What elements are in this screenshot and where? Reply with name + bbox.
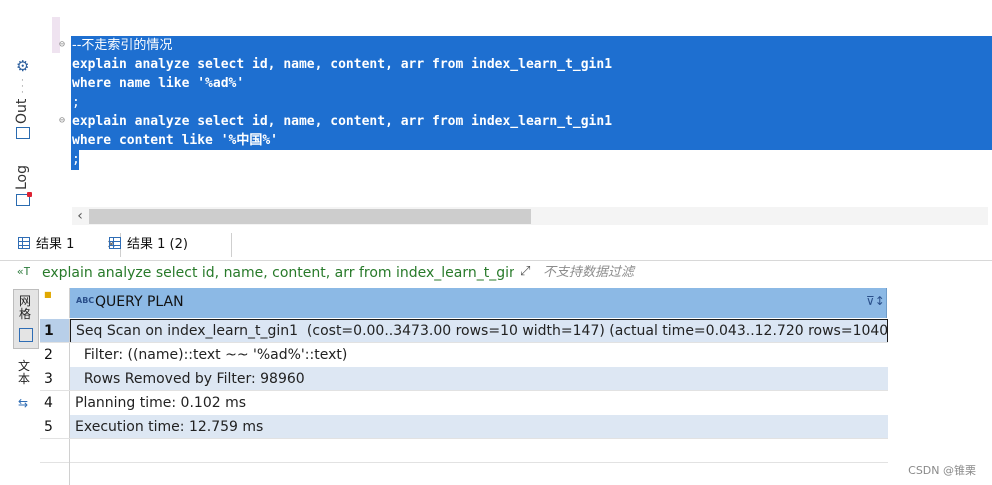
row-number[interactable]: 2 bbox=[40, 343, 70, 367]
code-line-comment[interactable]: --不走索引的情况 bbox=[72, 36, 172, 55]
row-number[interactable]: 1 bbox=[40, 319, 70, 343]
table-cell[interactable]: Rows Removed by Filter: 98960 bbox=[70, 367, 888, 391]
grid-corner[interactable]: ■ bbox=[40, 288, 70, 318]
code-line[interactable]: where name like '%ad%' bbox=[72, 74, 244, 93]
code-line[interactable]: explain analyze select id, name, content… bbox=[72, 112, 612, 131]
table-cell[interactable]: Planning time: 0.102 ms bbox=[70, 391, 888, 415]
tab-label: 结果 1 bbox=[36, 237, 75, 252]
grid-icon bbox=[19, 328, 33, 342]
column-divider bbox=[69, 439, 70, 485]
row-number[interactable]: 5 bbox=[40, 415, 70, 439]
table-cell[interactable]: Filter: ((name)::text ~~ '%ad%'::text) bbox=[70, 343, 888, 367]
log-export-icon[interactable] bbox=[16, 192, 32, 206]
row-divider bbox=[40, 342, 888, 343]
column-header-label: QUERY PLAN bbox=[95, 294, 184, 310]
fold-toggle-icon[interactable]: ⊖ bbox=[59, 116, 69, 126]
row-divider bbox=[40, 438, 888, 439]
row-number[interactable]: 4 bbox=[40, 391, 70, 415]
watermark: CSDN @锥栗 bbox=[908, 464, 976, 477]
filter-input[interactable]: 不支持数据过滤 bbox=[543, 263, 634, 283]
sql-query-icon: «T bbox=[17, 265, 31, 278]
log-error-badge bbox=[27, 192, 32, 197]
column-header-query-plan[interactable] bbox=[70, 288, 887, 318]
lock-icon: ■ bbox=[44, 290, 52, 299]
side-tab-text-label[interactable]: 文本 bbox=[18, 360, 32, 386]
code-line[interactable]: ; bbox=[72, 150, 80, 169]
log-panel-tab[interactable]: Log bbox=[14, 162, 38, 192]
grid-icon bbox=[18, 237, 30, 249]
text-view-icon[interactable]: ⇆ bbox=[18, 396, 28, 410]
row-divider bbox=[40, 390, 888, 391]
more-dots-icon: · · · bbox=[21, 76, 24, 98]
code-line[interactable]: ; bbox=[72, 93, 80, 112]
expand-icon[interactable]: ⤢ bbox=[520, 264, 536, 280]
filter-sort-icon[interactable]: ⊽↕ bbox=[866, 294, 885, 308]
code-line[interactable]: explain analyze select id, name, content… bbox=[72, 55, 612, 74]
scrollbar-thumb[interactable] bbox=[89, 209, 531, 224]
tab-result-1-2[interactable]: 结果 1 (2) bbox=[106, 233, 232, 257]
text-type-icon: ABC bbox=[76, 296, 95, 305]
tab-label: 结果 1 (2) bbox=[127, 237, 188, 252]
table-cell[interactable]: Execution time: 12.759 ms bbox=[70, 415, 888, 439]
grid-icon bbox=[109, 237, 121, 249]
scroll-left-icon[interactable]: ‹ bbox=[72, 208, 88, 224]
settings-gear-icon[interactable]: ⚙ bbox=[16, 58, 32, 74]
table-cell[interactable]: Seq Scan on index_learn_t_gin1 (cost=0.0… bbox=[70, 319, 888, 343]
side-tab-grid-label: 网格 bbox=[19, 294, 32, 321]
query-text[interactable]: explain analyze select id, name, content… bbox=[42, 263, 514, 283]
out-panel-tab[interactable]: Out bbox=[14, 96, 38, 126]
row-number[interactable]: 3 bbox=[40, 367, 70, 391]
side-tab-grid[interactable]: 网格 bbox=[13, 289, 39, 349]
code-line[interactable]: where content like '%中国%' bbox=[72, 131, 278, 150]
row-divider bbox=[40, 462, 888, 463]
fold-toggle-icon[interactable]: ⊖ bbox=[59, 40, 69, 50]
out-export-icon[interactable] bbox=[16, 127, 30, 139]
